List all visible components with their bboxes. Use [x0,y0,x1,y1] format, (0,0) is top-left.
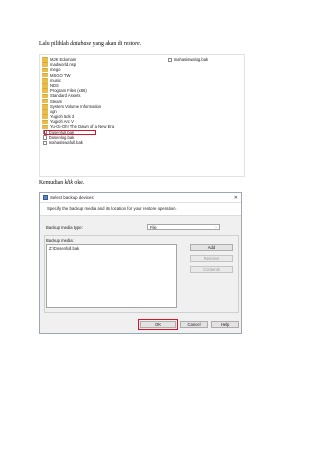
cancel-button[interactable]: Cancel [180,321,208,328]
folder-icon [42,62,48,68]
help-button[interactable]: Help [211,321,239,328]
close-icon[interactable]: ✕ [234,195,238,201]
media-type-label: Backup media type: [46,224,83,230]
intro-italic-restore: restore [123,41,140,47]
intro-middle: yang akan di [91,41,124,47]
folder-icon [42,109,48,114]
file-name: System Volume Information [50,103,102,109]
dialog-banner: Specify the backup media and its locatio… [40,203,241,216]
intro-prefix: Lalu pilihlah [39,41,71,47]
folder-icon [42,98,48,104]
second-paragraph: Kemudian klik oke. [39,180,84,187]
file-list-item[interactable]: mahasiswalog.bak [167,57,243,62]
backup-media-item[interactable]: Z:\Dosenfull.bak [49,246,174,251]
file-list-right: mahasiswalog.bak [167,57,243,62]
file-list-left: MJK Edumam madworld.nsp mego MSGO TW music ND… [42,57,162,145]
select-backup-devices-dialog: Select backup devices ✕ Specify the back… [39,192,242,334]
add-button[interactable]: Add [190,244,233,251]
folder-icon [42,119,48,125]
intro-suffix: . [139,41,142,47]
selected-file-highlight [43,129,96,136]
remove-button[interactable]: Remove [190,255,233,262]
contents-button[interactable]: Contents [190,266,233,273]
folder-icon [42,67,48,73]
folder-icon [42,72,48,78]
ok-button[interactable]: OK [140,321,176,328]
file-name: mahasiswalog.bak [173,57,209,62]
media-type-value: File [150,225,157,230]
intro-italic-database: database [70,41,92,47]
backup-media-label: Backup media: [46,237,74,243]
folder-icon [42,114,48,119]
chevron-down-icon: ⌵ [214,225,218,229]
dialog-title: Select backup devices [50,195,94,200]
folder-icon [42,78,48,83]
app-icon [43,195,48,200]
folder-icon [42,83,48,88]
folder-icon [42,93,48,99]
second-suffix: oke. [72,180,85,186]
file-icon [168,57,172,62]
media-type-select[interactable]: File ⌵ [147,224,220,230]
folder-icon [42,103,48,109]
folder-icon [42,88,48,94]
intro-paragraph: Lalu pilihlah database yang akan di rest… [39,41,141,48]
second-prefix: Kemudian [39,180,65,186]
file-name: mahasiswafull.bak [48,140,83,145]
file-list-item[interactable]: mahasiswafull.bak [42,140,162,145]
second-italic-klik: klik [64,180,73,186]
folder-icon [42,57,48,62]
file-icon [43,135,47,140]
file-browser-screenshot: MJK Edumam madworld.nsp mego MSGO TW music ND… [39,54,245,177]
file-icon [43,140,47,145]
dialog-titlebar: Select backup devices ✕ [40,193,241,203]
backup-media-list[interactable]: Z:\Dosenfull.bak [46,244,177,308]
